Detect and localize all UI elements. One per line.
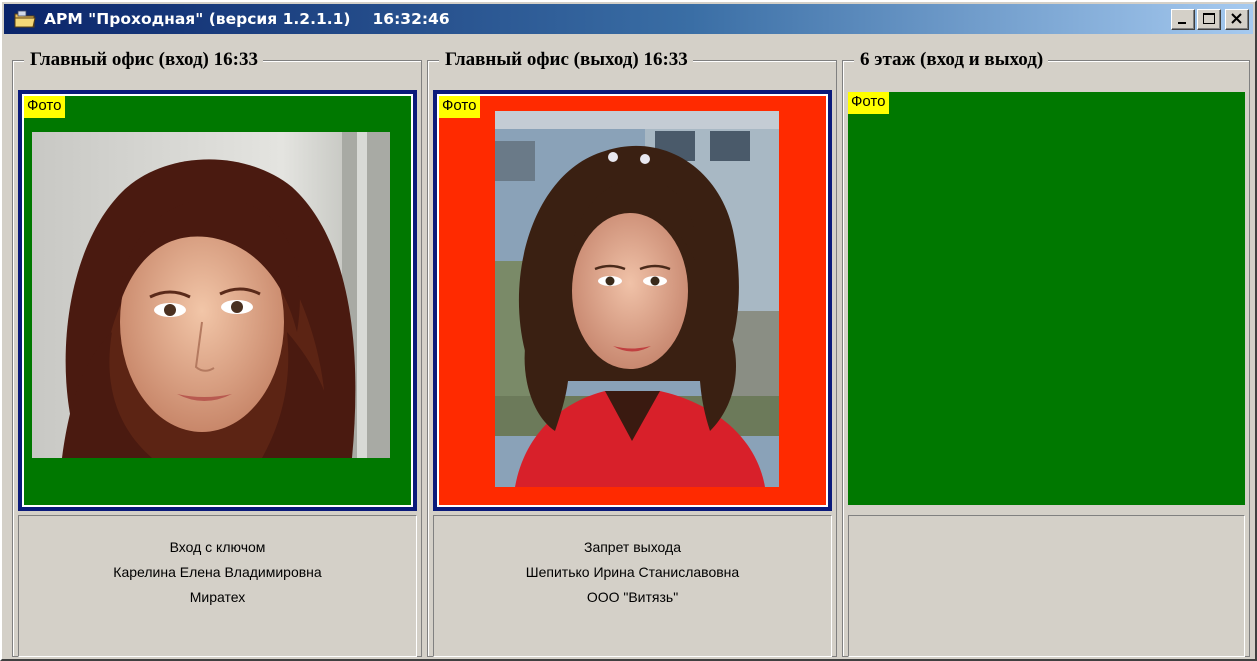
photo-inner: Фото	[437, 94, 828, 507]
event-info	[848, 515, 1245, 657]
photo-label: Фото	[439, 96, 481, 118]
company-name: Миратех	[189, 589, 246, 605]
checkpoint-panel-1: Главный офис (вход) 16:33 Фото Вход с кл…	[12, 50, 422, 657]
window-controls	[1171, 9, 1249, 30]
company-name: ООО "Витязь"	[586, 589, 679, 605]
close-button[interactable]	[1225, 9, 1249, 30]
checkpoint-panel-3: 6 этаж (вход и выход) Фото	[842, 50, 1250, 657]
photo-inner: Фото	[848, 92, 1245, 505]
maximize-icon	[1203, 13, 1215, 24]
window-clock: 16:32:46	[372, 10, 450, 28]
event-type: Запрет выхода	[583, 539, 681, 555]
panel-title: Главный офис (выход) 16:33	[439, 50, 693, 70]
photo-label: Фото	[24, 96, 66, 118]
minimize-button[interactable]	[1171, 9, 1195, 30]
photo-area[interactable]: Фото	[18, 90, 417, 511]
photo-area[interactable]: Фото	[848, 92, 1245, 505]
person-name: Шепитько Ирина Станиславовна	[525, 564, 740, 580]
close-icon	[1231, 13, 1242, 24]
window-title: АРМ "Проходная" (версия 1.2.1.1)	[44, 10, 351, 28]
panel-title: 6 этаж (вход и выход)	[854, 50, 1049, 70]
person-photo	[32, 132, 390, 458]
photo-area[interactable]: Фото	[433, 90, 832, 511]
app-window: АРМ "Проходная" (версия 1.2.1.1) 16:32:4…	[0, 0, 1257, 661]
minimize-icon	[1178, 22, 1186, 24]
photo-inner: Фото	[22, 94, 413, 507]
person-photo	[495, 111, 779, 487]
event-info: Запрет выхода Шепитько Ирина Станиславов…	[433, 515, 832, 657]
status-background	[848, 92, 1245, 505]
event-info: Вход с ключом Карелина Елена Владимировн…	[18, 515, 417, 657]
panel-title: Главный офис (вход) 16:33	[24, 50, 263, 70]
photo-label: Фото	[848, 92, 890, 114]
person-name: Карелина Елена Владимировна	[113, 564, 322, 580]
event-type: Вход с ключом	[169, 539, 266, 555]
title-bar[interactable]: АРМ "Проходная" (версия 1.2.1.1) 16:32:4…	[4, 4, 1253, 34]
checkpoint-panel-2: Главный офис (выход) 16:33 Фото Запрет в…	[427, 50, 837, 657]
folder-app-icon	[14, 9, 36, 29]
maximize-button[interactable]	[1197, 9, 1221, 30]
